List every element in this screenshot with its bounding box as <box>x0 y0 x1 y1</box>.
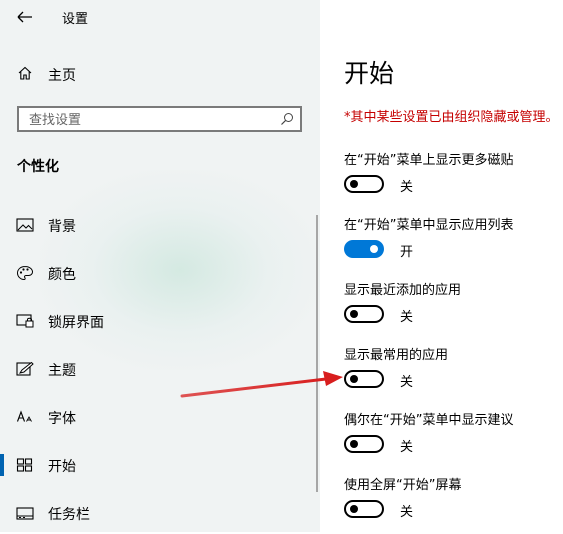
back-button[interactable] <box>14 6 36 28</box>
setting-label: 使用全屏“开始”屏幕 <box>344 478 462 493</box>
page-title: 开始 <box>344 59 395 88</box>
sidebar-item-label: 锁屏界面 <box>48 315 104 331</box>
toggle-knob <box>350 505 358 513</box>
theme-brush-icon <box>16 361 34 376</box>
taskbar-icon <box>16 507 34 520</box>
policy-notice: *其中某些设置已由组织隐藏或管理。 <box>344 110 559 125</box>
sidebar-item-background[interactable]: 背景 <box>0 210 310 240</box>
sidebar-item-taskbar[interactable]: 任务栏 <box>0 498 310 528</box>
setting-label: 在“开始”菜单中显示应用列表 <box>344 218 514 233</box>
setting-suggestions: 偶尔在“开始”菜单中显示建议 关 <box>344 409 563 469</box>
sidebar-item-colors[interactable]: 颜色 <box>0 258 310 288</box>
sidebar-item-lock-screen[interactable]: 锁屏界面 <box>0 306 310 336</box>
sidebar-item-label: 背景 <box>48 219 76 235</box>
section-title: 个性化 <box>17 159 59 175</box>
sidebar-item-start[interactable]: 开始 <box>0 450 310 480</box>
toggle-knob <box>350 440 358 448</box>
start-grid-icon <box>16 458 33 472</box>
home-icon <box>18 66 32 80</box>
window-title: 设置 <box>62 12 89 27</box>
toggle-state-label: 关 <box>400 310 414 325</box>
search-icon[interactable] <box>280 112 294 126</box>
show-app-list-toggle[interactable] <box>344 240 384 258</box>
font-icon <box>16 410 32 422</box>
suggestions-toggle[interactable] <box>344 435 384 453</box>
toggle-state-label: 关 <box>400 180 414 195</box>
toggle-knob <box>350 180 358 188</box>
setting-label: 在“开始”菜单上显示更多磁贴 <box>344 153 514 168</box>
home-label: 主页 <box>48 68 76 84</box>
sidebar-item-themes[interactable]: 主题 <box>0 354 310 384</box>
picture-icon <box>16 218 34 232</box>
sidebar-scrollbar[interactable] <box>316 215 318 492</box>
toggle-knob <box>350 310 358 318</box>
sidebar-item-label: 主题 <box>48 363 76 379</box>
recently-added-toggle[interactable] <box>344 305 384 323</box>
full-screen-start-toggle[interactable] <box>344 500 384 518</box>
toggle-state-label: 关 <box>400 375 414 390</box>
palette-icon <box>16 265 34 281</box>
setting-label: 显示最常用的应用 <box>344 348 449 363</box>
setting-label: 偶尔在“开始”菜单中显示建议 <box>344 413 514 428</box>
more-tiles-toggle[interactable] <box>344 175 384 193</box>
sidebar-item-label: 颜色 <box>48 267 76 283</box>
setting-recently-added: 显示最近添加的应用 关 <box>344 279 563 339</box>
sidebar: 设置 主页 个性化 背景 颜色 <box>0 0 320 532</box>
setting-show-app-list: 在“开始”菜单中显示应用列表 开 <box>344 214 563 274</box>
sidebar-item-label: 开始 <box>48 459 76 475</box>
back-arrow-icon <box>17 11 32 23</box>
setting-full-screen-start: 使用全屏“开始”屏幕 关 <box>344 474 563 534</box>
sidebar-item-home[interactable]: 主页 <box>0 60 300 88</box>
toggle-knob <box>350 375 358 383</box>
toggle-knob <box>370 245 378 253</box>
lock-screen-icon <box>16 314 34 328</box>
toggle-state-label: 关 <box>400 505 414 520</box>
toggle-state-label: 开 <box>400 245 414 260</box>
sidebar-item-fonts[interactable]: 字体 <box>0 402 310 432</box>
setting-label: 显示最近添加的应用 <box>344 283 462 298</box>
sidebar-item-label: 字体 <box>48 411 76 427</box>
search-input[interactable] <box>27 110 271 130</box>
setting-more-tiles: 在“开始”菜单上显示更多磁贴 关 <box>344 149 563 209</box>
sidebar-item-label: 任务栏 <box>48 507 90 523</box>
setting-most-used: 显示最常用的应用 关 <box>344 344 563 404</box>
search-box[interactable] <box>17 106 302 132</box>
toggle-state-label: 关 <box>400 440 414 455</box>
most-used-toggle[interactable] <box>344 370 384 388</box>
